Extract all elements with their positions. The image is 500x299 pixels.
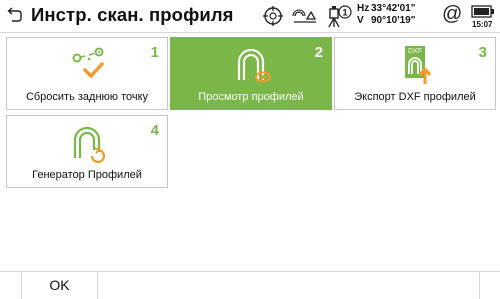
dxf-icon-text: DXF [408, 48, 422, 55]
tile-export-dxf[interactable]: DXF 3 Экспорт DXF профилей [334, 37, 496, 110]
export-dxf-icon: DXF [405, 46, 432, 84]
tile-number: 3 [478, 44, 487, 61]
hz-value: 33°42'01" [371, 3, 416, 14]
back-icon[interactable] [4, 5, 24, 25]
tile-profile-generator[interactable]: 4 Генератор Профилей [6, 115, 168, 188]
profile-generator-icon [73, 126, 106, 164]
tile-number: 1 [150, 44, 159, 61]
at-icon[interactable]: @ [442, 3, 462, 26]
instrument-badge: 1 [342, 8, 347, 18]
v-value: 90°10'19" [371, 14, 416, 26]
instrument-icon[interactable]: 1 [325, 3, 353, 29]
tile-label: Генератор Профилей [32, 169, 142, 181]
tile-label: Сбросить заднюю точку [25, 91, 149, 103]
page-title: Инстр. скан. профиля [31, 4, 234, 25]
reset-backsight-icon [72, 47, 104, 78]
header-bar: Инстр. скан. профиля 1 Hz 33°42'01" V 90°1… [0, 0, 500, 32]
softkey-right[interactable] [479, 272, 500, 299]
target-icon[interactable] [262, 5, 284, 27]
tile-number: 4 [150, 122, 159, 139]
battery-icon [471, 5, 494, 18]
ok-button[interactable]: OK [22, 272, 98, 299]
view-profiles-icon [237, 48, 271, 83]
tile-number: 2 [314, 44, 323, 61]
softkey-bar: OK [0, 271, 500, 299]
softkey-empty [0, 272, 22, 299]
tile-view-profiles[interactable]: 2 Просмотр профилей [170, 37, 332, 110]
v-label: V [357, 14, 364, 26]
clock: 15:07 [472, 20, 493, 29]
header-divider [0, 32, 500, 33]
hz-label: Hz [357, 3, 370, 14]
tile-reset-backsight[interactable]: 1 Сбросить заднюю точку [6, 37, 168, 110]
tile-label: Просмотр профилей [198, 91, 304, 103]
prism-search-icon[interactable] [292, 7, 318, 25]
tile-label: Экспорт DXF профилей [354, 91, 476, 103]
angle-readout: Hz 33°42'01" V 90°10'19" [357, 3, 416, 26]
